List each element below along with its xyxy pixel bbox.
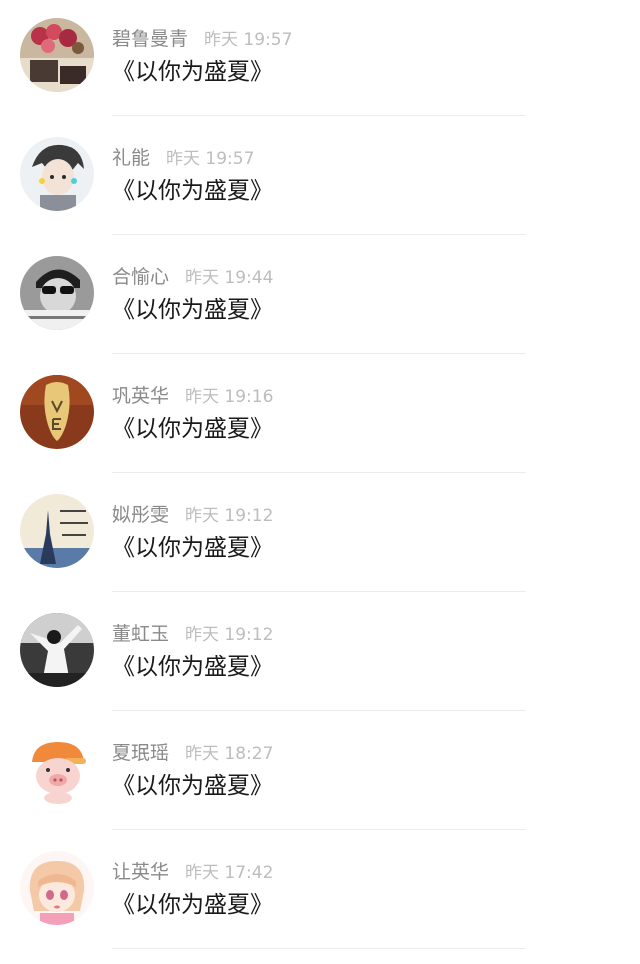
avatar-bw-sunglasses-icon xyxy=(20,256,94,330)
comment-list: 碧鲁曼青 昨天 19:57 《以你为盛夏》 礼能 昨天 19:57 《以你为盛夏》 xyxy=(0,0,640,964)
username[interactable]: 夏珉瑶 xyxy=(112,742,169,764)
username[interactable]: 巩英华 xyxy=(112,385,169,407)
username[interactable]: 让英华 xyxy=(112,861,169,883)
username[interactable]: 姒彤雯 xyxy=(112,504,169,526)
comment-item[interactable]: 董虹玉 昨天 19:12 《以你为盛夏》 xyxy=(0,595,640,714)
comment-meta: 夏珉瑶 昨天 18:27 xyxy=(112,738,273,768)
comment-item[interactable]: 姒彤雯 昨天 19:12 《以你为盛夏》 xyxy=(0,476,640,595)
user-avatar[interactable] xyxy=(20,732,94,806)
divider xyxy=(112,472,526,473)
username[interactable]: 碧鲁曼青 xyxy=(112,28,188,50)
comment-meta: 董虹玉 昨天 19:12 xyxy=(112,619,273,649)
comment-item[interactable]: 夏珉瑶 昨天 18:27 《以你为盛夏》 xyxy=(0,714,640,833)
timestamp: 昨天 19:12 xyxy=(185,625,274,645)
timestamp: 昨天 19:44 xyxy=(185,268,274,288)
comment-meta: 姒彤雯 昨天 19:12 xyxy=(112,500,273,530)
comment-meta: 让英华 昨天 17:42 xyxy=(112,857,273,887)
comment-text: 《以你为盛夏》 xyxy=(112,654,273,680)
comment-item[interactable]: 巩英华 昨天 19:16 《以你为盛夏》 xyxy=(0,357,640,476)
avatar-photo-flowers-icon xyxy=(20,18,94,92)
avatar-anime-girl-icon xyxy=(20,851,94,925)
username[interactable]: 董虹玉 xyxy=(112,623,169,645)
timestamp: 昨天 19:57 xyxy=(166,149,255,169)
avatar-eiffel-tower-icon xyxy=(20,494,94,568)
username[interactable]: 礼能 xyxy=(112,147,150,169)
comment-text: 《以你为盛夏》 xyxy=(112,773,273,799)
avatar-love-tag-icon xyxy=(20,375,94,449)
timestamp: 昨天 19:57 xyxy=(204,30,293,50)
comment-item[interactable]: 礼能 昨天 19:57 《以你为盛夏》 xyxy=(0,119,640,238)
comment-text: 《以你为盛夏》 xyxy=(112,892,273,918)
comment-item[interactable]: 碧鲁曼青 昨天 19:57 《以你为盛夏》 xyxy=(0,0,640,119)
comment-meta: 碧鲁曼青 昨天 19:57 xyxy=(112,24,292,54)
divider xyxy=(112,115,526,116)
comment-text: 《以你为盛夏》 xyxy=(112,178,273,204)
timestamp: 昨天 19:12 xyxy=(185,506,274,526)
comment-meta: 巩英华 昨天 19:16 xyxy=(112,381,273,411)
comment-item[interactable]: 让英华 昨天 17:42 《以你为盛夏》 xyxy=(0,833,640,952)
divider xyxy=(112,710,526,711)
user-avatar[interactable] xyxy=(20,851,94,925)
divider xyxy=(112,948,526,949)
user-avatar[interactable] xyxy=(20,137,94,211)
comment-text: 《以你为盛夏》 xyxy=(112,535,273,561)
comment-text: 《以你为盛夏》 xyxy=(112,297,273,323)
user-avatar[interactable] xyxy=(20,18,94,92)
user-avatar[interactable] xyxy=(20,256,94,330)
comment-item[interactable]: 合愉心 昨天 19:44 《以你为盛夏》 xyxy=(0,238,640,357)
comment-meta: 合愉心 昨天 19:44 xyxy=(112,262,273,292)
divider xyxy=(112,234,526,235)
user-avatar[interactable] xyxy=(20,375,94,449)
user-avatar[interactable] xyxy=(20,494,94,568)
divider xyxy=(112,353,526,354)
user-avatar[interactable] xyxy=(20,613,94,687)
comment-text: 《以你为盛夏》 xyxy=(112,59,273,85)
avatar-cartoon-pig-icon xyxy=(20,732,94,806)
timestamp: 昨天 18:27 xyxy=(185,744,274,764)
timestamp: 昨天 19:16 xyxy=(185,387,274,407)
divider xyxy=(112,591,526,592)
timestamp: 昨天 17:42 xyxy=(185,863,274,883)
username[interactable]: 合愉心 xyxy=(112,266,169,288)
avatar-anime-boy-icon xyxy=(20,137,94,211)
divider xyxy=(112,829,526,830)
comment-text: 《以你为盛夏》 xyxy=(112,416,273,442)
comment-meta: 礼能 昨天 19:57 xyxy=(112,143,254,173)
avatar-bw-figure-icon xyxy=(20,613,94,687)
